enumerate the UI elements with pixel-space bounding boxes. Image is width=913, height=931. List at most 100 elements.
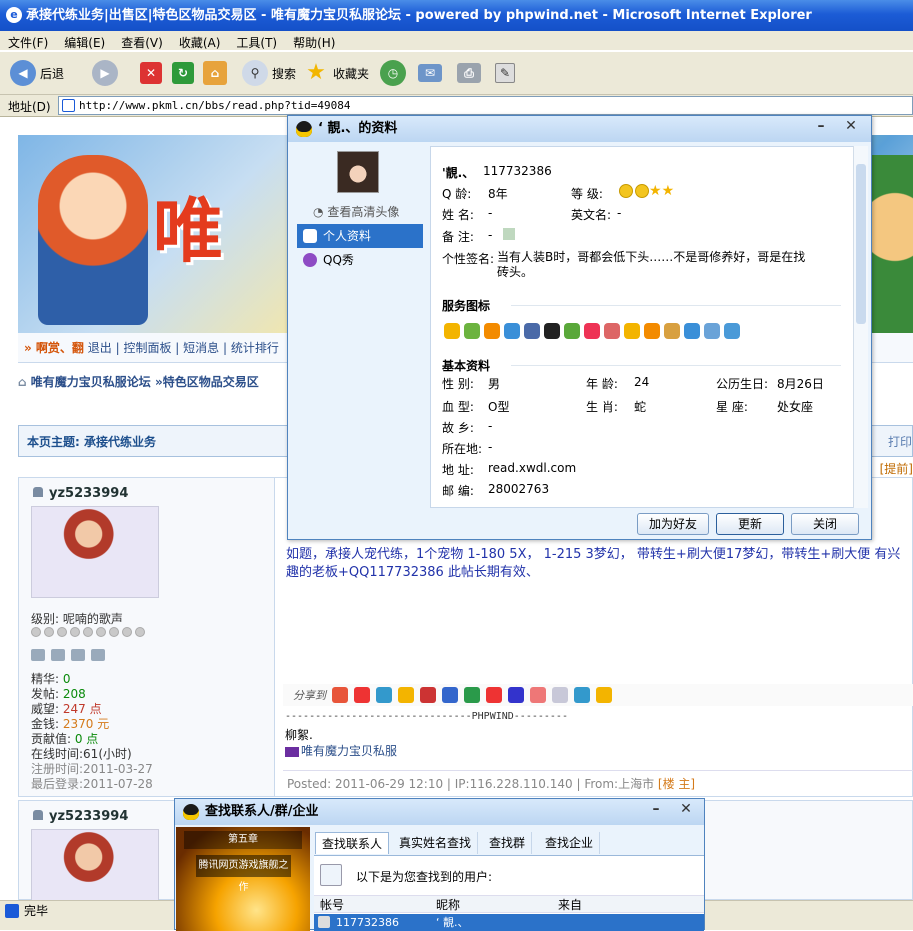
age2-value: 24 [634,375,650,389]
service-icon [564,323,580,339]
profile-icon[interactable] [31,649,45,661]
location-value: - [488,440,493,454]
menu-tools[interactable]: 工具(T) [228,31,285,54]
menu-view[interactable]: 查看(V) [113,31,171,54]
sidebar-item-profile[interactable]: 个人资料 [297,224,423,248]
favorites-button[interactable]: ★ 收藏夹 [303,58,369,88]
weibo-icon[interactable] [354,687,370,703]
camera-icon: ◔ [313,205,324,219]
author-name[interactable]: yz5233994 [33,809,128,824]
col-account[interactable]: 帐号 [320,896,344,914]
email-icon[interactable] [91,649,105,661]
tab-find-company[interactable]: 查找企业 [539,832,601,854]
signature-link[interactable]: 唯有魔力宝贝私服 [285,742,397,759]
signature-text: 柳絮. [285,728,313,742]
star-icon[interactable] [398,687,414,703]
baidu-icon[interactable] [508,687,524,703]
user-icon [33,810,43,820]
share-icon[interactable] [530,687,546,703]
tab-find-contact[interactable]: 查找联系人 [315,832,390,854]
tab-find-group[interactable]: 查找群 [483,832,533,854]
share-icon[interactable] [464,687,480,703]
minimize-button[interactable]: – [810,118,832,136]
minimize-button[interactable]: – [645,801,667,819]
address-label: 地址(D) [8,100,51,114]
kaixin-icon[interactable] [420,687,436,703]
menu-favorites[interactable]: 收藏(A) [171,31,229,54]
address-input[interactable]: http://www.pkml.cn/bbs/read.php?tid=4908… [58,96,913,115]
menu-edit[interactable]: 编辑(E) [56,31,113,54]
stop-button[interactable]: ✕ [140,58,166,88]
back-button[interactable]: ◀ 后退 [10,58,64,88]
sidebar-item-qqshow[interactable]: QQ秀 [297,248,423,272]
edit-note-icon[interactable] [503,228,515,240]
nav-username[interactable]: » 啊赏、翻 [24,341,84,355]
qq-find-window: 查找联系人/群/企业 – ✕ 第五章 腾讯网页游戏旗舰之作 查找联系人 真实姓名查… [174,798,705,931]
menu-file[interactable]: 文件(F) [0,31,56,54]
sun-icon [635,184,649,198]
refresh-button[interactable]: 更新 [716,513,784,535]
level-dots [31,627,145,637]
avatar [318,916,330,928]
home-button[interactable]: ⌂ [203,58,231,88]
gender-value: 男 [488,377,501,391]
add-friend-icon[interactable] [71,649,85,661]
close-button[interactable]: ✕ [675,801,697,819]
floor-tag[interactable]: [楼 主] [658,777,695,791]
age-label: Q 龄: [442,187,472,201]
service-icon [704,323,720,339]
nav-control-panel[interactable]: 控制面板 [123,341,171,355]
search-button[interactable]: ⚲ 搜索 [242,58,296,88]
share-icon[interactable] [486,687,502,703]
edit-icon: ✎ [495,63,515,83]
print-button[interactable]: ⎙ [457,58,485,88]
nav-messages[interactable]: 短消息 [183,341,219,355]
message-icon[interactable] [51,649,65,661]
view-hd-avatar-link[interactable]: ◔ 查看高清头像 [313,203,399,220]
history-button[interactable]: ◷ [380,58,410,88]
author-avatar [31,829,159,900]
post-author-panel: yz5233994 级别: 呢喃的歌声 精华: 0 发帖: 208 威望: 24… [19,478,275,796]
en-name-value: - [617,206,622,220]
nav-stats[interactable]: 统计排行 [231,341,279,355]
forward-arrow-icon: ▶ [92,60,118,86]
edit-button[interactable]: ✎ [495,58,519,88]
service-icon [724,323,740,339]
star-icon: ★ [661,183,675,199]
en-name-label: 英文名: [571,208,612,222]
qqshow-icon [303,253,317,267]
share-icon[interactable] [552,687,568,703]
bump-link[interactable]: [提前] [880,460,913,477]
post-body: 如题，承接人宠代练，1个宠物 1-180 5X， 1-215 3梦幻， 带转生+… [286,547,901,580]
share-icon[interactable] [376,687,392,703]
breadcrumb[interactable]: ⌂ 唯有魔力宝贝私服论坛 »特色区物品交易区 [18,373,259,390]
close-button[interactable]: ✕ [840,118,862,136]
author-avatar [31,506,159,598]
scrollbar-thumb[interactable] [856,164,866,324]
print-link[interactable]: 打印 [888,426,912,458]
refresh-button[interactable]: ↻ [172,58,198,88]
col-nickname[interactable]: 昵称 [436,896,460,914]
zodiac-value: 蛇 [634,400,647,414]
add-friend-button[interactable]: 加为好友 [637,513,709,535]
qq-penguin-icon [296,121,312,137]
tab-real-name[interactable]: 真实姓名查找 [393,832,479,854]
service-icon [604,323,620,339]
ad-banner[interactable]: 第五章 腾讯网页游戏旗舰之作 [176,827,310,931]
mail-button[interactable]: ✉ [418,58,446,88]
share-icon[interactable] [332,687,348,703]
address-bar: 地址(D) http://www.pkml.cn/bbs/read.php?ti… [0,95,913,117]
renren-icon[interactable] [442,687,458,703]
col-from[interactable]: 来自 [558,896,582,914]
profile-avatar[interactable] [337,151,379,193]
share-icon[interactable] [574,687,590,703]
close-dialog-button[interactable]: 关闭 [791,513,859,535]
table-row[interactable]: 117732386 ‘ 靚.、 [314,914,704,931]
profile-details: '靚.、 117732386 Q 龄: 8年 等 级: ★★ 姓 名: - 英文… [430,146,855,508]
share-icon[interactable] [596,687,612,703]
profile-scrollbar[interactable] [853,146,868,508]
nav-logout[interactable]: 退出 [88,341,112,355]
forward-button[interactable]: ▶ [92,58,122,88]
author-name[interactable]: yz5233994 [33,486,128,501]
menu-help[interactable]: 帮助(H) [285,31,343,54]
